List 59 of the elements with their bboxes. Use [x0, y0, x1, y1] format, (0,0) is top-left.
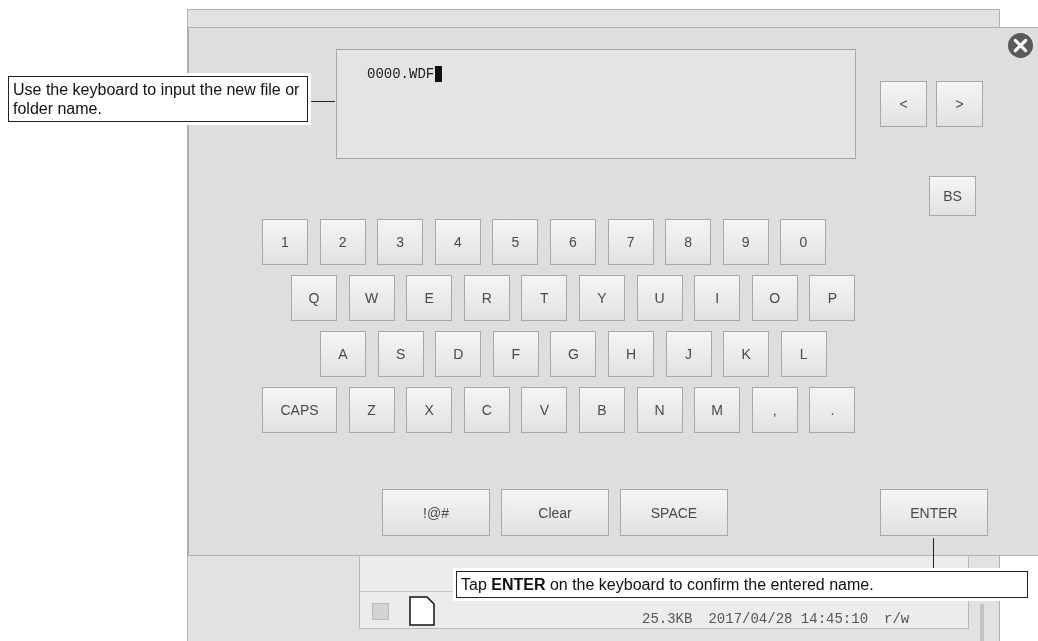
keyboard-key[interactable]: B: [578, 387, 625, 433]
caps-key[interactable]: CAPS: [262, 387, 337, 433]
keyboard-key[interactable]: 9: [722, 219, 769, 265]
leader-line: [933, 538, 934, 571]
keyboard-key[interactable]: P: [809, 275, 856, 321]
keyboard-key[interactable]: M: [694, 387, 741, 433]
file-attributes: r/w: [884, 611, 910, 627]
cursor-right-key[interactable]: >: [936, 81, 983, 127]
keyboard-key[interactable]: Q: [291, 275, 337, 321]
keyboard-key[interactable]: K: [723, 331, 770, 377]
keyboard-key[interactable]: S: [377, 331, 424, 377]
keyboard-key[interactable]: U: [636, 275, 683, 321]
keyboard-key[interactable]: I: [694, 275, 741, 321]
keyboard-key[interactable]: 5: [492, 219, 539, 265]
keyboard-key[interactable]: ,: [751, 387, 798, 433]
space-key[interactable]: SPACE: [620, 489, 728, 536]
keyboard-key[interactable]: 3: [377, 219, 424, 265]
text-cursor: [435, 66, 443, 82]
callout-text: Use the keyboard to input the new file or folder name.: [8, 76, 308, 122]
keyboard-key[interactable]: N: [636, 387, 683, 433]
keyboard-key[interactable]: A: [320, 331, 366, 377]
keyboard-key[interactable]: 2: [319, 219, 366, 265]
clear-key[interactable]: Clear: [501, 489, 609, 536]
keyboard-key[interactable]: G: [550, 331, 597, 377]
keyboard-key[interactable]: 8: [665, 219, 712, 265]
keyboard-key[interactable]: E: [406, 275, 453, 321]
keyboard-key[interactable]: 4: [434, 219, 481, 265]
symbols-key[interactable]: !@#: [382, 489, 490, 536]
cursor-left-key[interactable]: <: [880, 81, 927, 127]
file-size: 25.3KB: [642, 611, 693, 627]
keyboard-key[interactable]: 1: [262, 219, 308, 265]
row-checkbox[interactable]: [372, 602, 389, 620]
keyboard-key[interactable]: L: [780, 331, 827, 377]
keyboard-key[interactable]: X: [406, 387, 453, 433]
keyboard-key[interactable]: C: [463, 387, 510, 433]
keyboard-key[interactable]: 7: [607, 219, 654, 265]
keyboard-key[interactable]: F: [492, 331, 539, 377]
backspace-key[interactable]: BS: [929, 176, 976, 216]
keyboard-key[interactable]: V: [521, 387, 568, 433]
callout-text: Tap ENTER on the keyboard to confirm the entered name.: [456, 571, 1028, 598]
keyboard-key[interactable]: Z: [348, 387, 395, 433]
file-date: 2017/04/28 14:45:10: [708, 611, 869, 627]
leader-line: [309, 101, 335, 102]
keyboard-key[interactable]: J: [665, 331, 712, 377]
keyboard-key[interactable]: R: [463, 275, 510, 321]
close-icon[interactable]: [1008, 33, 1033, 58]
keyboard-key[interactable]: H: [607, 331, 654, 377]
keyboard-key[interactable]: D: [435, 331, 482, 377]
keyboard-key[interactable]: .: [809, 387, 856, 433]
keyboard-key[interactable]: W: [348, 275, 395, 321]
keyboard-key[interactable]: T: [521, 275, 568, 321]
keyboard-key[interactable]: 0: [780, 219, 827, 265]
file-icon: [409, 596, 435, 626]
name-input-field[interactable]: 0000.WDF: [336, 49, 856, 159]
enter-key[interactable]: ENTER: [880, 489, 988, 536]
keyboard-key[interactable]: 6: [549, 219, 596, 265]
input-text: 0000.WDF: [367, 66, 435, 82]
keyboard-key[interactable]: Y: [578, 275, 625, 321]
keyboard-key[interactable]: O: [751, 275, 798, 321]
